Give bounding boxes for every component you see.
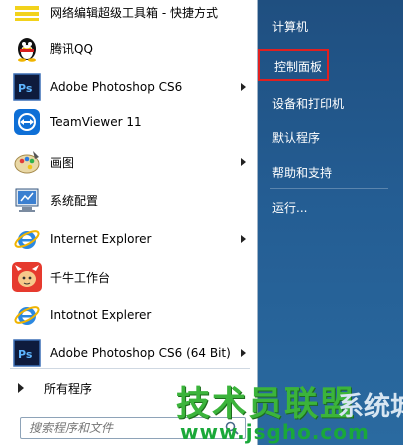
teamviewer-icon — [12, 107, 42, 137]
menu-item-control-panel[interactable]: 控制面板 — [274, 58, 322, 75]
program-item-teamviewer[interactable]: TeamViewer 11 — [8, 104, 254, 140]
program-item-system-config[interactable]: 系统配置 — [8, 182, 254, 218]
qianniu-icon — [12, 262, 42, 292]
svg-text:Ps: Ps — [18, 348, 33, 361]
program-item-qq[interactable]: 腾讯QQ — [8, 30, 254, 66]
program-item-qianniu[interactable]: 千牛工作台 — [8, 259, 254, 295]
watermark-side-text: 系统城 — [338, 392, 403, 422]
internet-explorer-icon — [12, 300, 42, 330]
program-item-photoshop-64[interactable]: Ps Adobe Photoshop CS6 (64 Bit) — [8, 335, 254, 371]
program-item-photoshop[interactable]: Ps Adobe Photoshop CS6 — [8, 69, 254, 105]
submenu-arrow-icon[interactable] — [241, 349, 246, 357]
internet-explorer-icon — [12, 224, 42, 254]
menu-item-help-support[interactable]: 帮助和支持 — [272, 164, 332, 181]
toolbox-icon — [12, 0, 42, 27]
watermark-url: www.jsgho.com — [180, 420, 370, 444]
divider — [270, 188, 388, 189]
program-label: Intotnot Explerer — [50, 308, 152, 322]
submenu-arrow-icon[interactable] — [241, 235, 246, 243]
divider — [10, 368, 250, 369]
qq-penguin-icon — [12, 33, 42, 63]
submenu-arrow-icon[interactable] — [241, 83, 246, 91]
triangle-right-icon — [18, 383, 24, 393]
submenu-arrow-icon[interactable] — [241, 158, 246, 166]
program-label: Adobe Photoshop CS6 — [50, 80, 183, 94]
system-config-icon — [12, 185, 42, 215]
paint-palette-icon — [12, 147, 42, 177]
photoshop-icon: Ps — [12, 72, 42, 102]
program-label: TeamViewer 11 — [50, 115, 142, 129]
menu-item-devices-printers[interactable]: 设备和打印机 — [272, 95, 344, 112]
program-item-ie-2[interactable]: Intotnot Explerer — [8, 297, 254, 333]
program-item-internet-explorer[interactable]: Internet Explorer — [8, 221, 254, 257]
program-item-paint[interactable]: 画图 — [8, 144, 254, 180]
program-label: 腾讯QQ — [50, 41, 93, 56]
program-label: 千牛工作台 — [50, 270, 111, 285]
program-label: 网络编辑超级工具箱 - 快捷方式 — [50, 5, 218, 20]
menu-item-computer[interactable]: 计算机 — [272, 18, 308, 35]
all-programs-label: 所有程序 — [44, 381, 93, 396]
menu-item-run[interactable]: 运行... — [272, 199, 307, 216]
program-item-toolbox[interactable]: 网络编辑超级工具箱 - 快捷方式 — [8, 0, 254, 30]
photoshop-icon: Ps — [12, 338, 42, 368]
svg-text:Ps: Ps — [18, 82, 33, 95]
watermark-logo: 技术员联盟 — [176, 384, 356, 424]
program-label: Adobe Photoshop CS6 (64 Bit) — [50, 346, 231, 360]
program-label: Internet Explorer — [50, 232, 152, 246]
menu-item-default-programs[interactable]: 默认程序 — [272, 129, 320, 146]
program-label: 画图 — [50, 155, 75, 170]
program-label: 系统配置 — [50, 193, 99, 208]
